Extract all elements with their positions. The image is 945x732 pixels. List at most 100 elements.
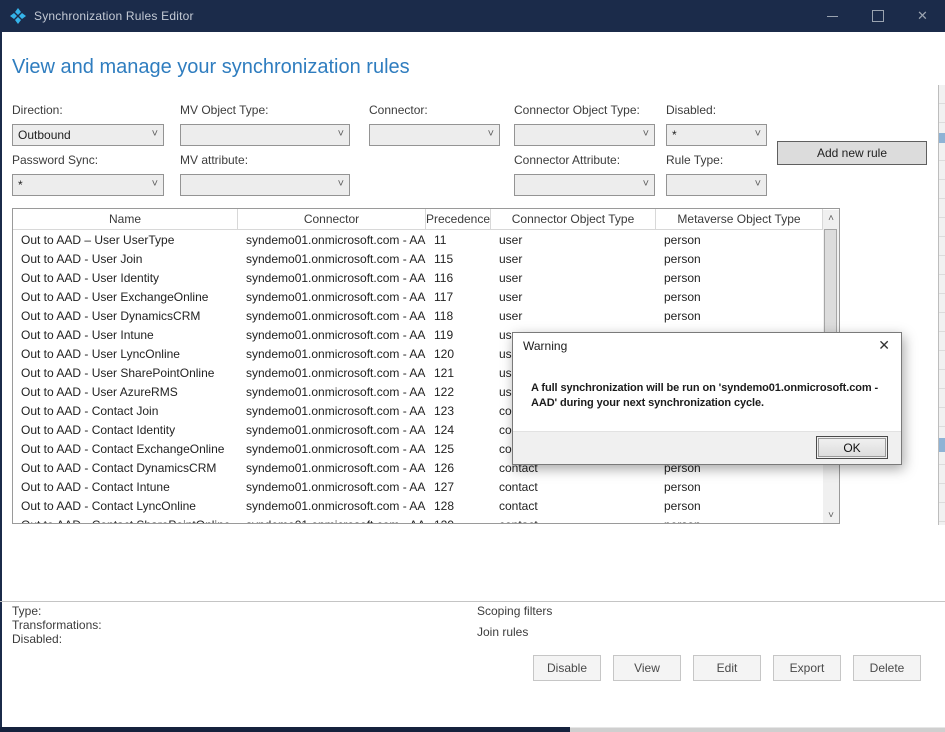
scroll-down-icon[interactable]: ˅ <box>823 507 839 524</box>
table-cell: syndemo01.onmicrosoft.com - AAD <box>238 252 426 266</box>
filter-mv-attribute-select[interactable]: ˅ <box>180 174 350 196</box>
table-cell: 126 <box>426 461 491 475</box>
filter-direction-label: Direction: <box>12 103 164 117</box>
table-cell: contact <box>491 499 656 513</box>
filter-connector-attribute: Connector Attribute: ˅ <box>514 153 655 196</box>
table-cell: Out to AAD - User Join <box>13 252 238 266</box>
table-cell: Out to AAD - User LyncOnline <box>13 347 238 361</box>
detail-type-label: Type: <box>12 604 41 618</box>
table-cell: syndemo01.onmicrosoft.com - AAD <box>238 290 426 304</box>
table-cell: Out to AAD - User DynamicsCRM <box>13 309 238 323</box>
table-row[interactable]: Out to AAD – User UserTypesyndemo01.onmi… <box>13 230 839 249</box>
column-header-precedence[interactable]: Precedence <box>426 209 491 229</box>
table-cell: person <box>656 309 823 323</box>
chevron-down-icon: ˅ <box>338 178 344 190</box>
table-cell: user <box>491 252 656 266</box>
view-button[interactable]: View <box>613 655 681 681</box>
column-header-name[interactable]: Name <box>13 209 238 229</box>
chevron-down-icon: ˅ <box>755 178 761 190</box>
detail-scoping-filters-label: Scoping filters <box>477 604 552 618</box>
chevron-down-icon: ˅ <box>152 178 158 190</box>
sync-rules-editor-window: Synchronization Rules Editor ✕ View and … <box>0 0 945 732</box>
filter-mv-object-type-select[interactable]: ˅ <box>180 124 350 146</box>
table-cell: syndemo01.onmicrosoft.com - AAD <box>238 309 426 323</box>
detail-join-rules-label: Join rules <box>477 625 528 639</box>
edit-button[interactable]: Edit <box>693 655 761 681</box>
table-cell: person <box>656 271 823 285</box>
column-header-connector-object-type[interactable]: Connector Object Type <box>491 209 656 229</box>
dialog-close-icon[interactable]: ✕ <box>878 337 890 353</box>
filter-connector-select[interactable]: ˅ <box>369 124 500 146</box>
table-header: Name Connector Precedence Connector Obje… <box>13 209 839 230</box>
scroll-up-icon[interactable]: ˄ <box>823 210 839 227</box>
ok-button[interactable]: OK <box>818 438 886 457</box>
table-cell: person <box>656 518 823 525</box>
filter-mv-object-type: MV Object Type: ˅ <box>180 103 350 146</box>
filter-connector-object-type: Connector Object Type: ˅ <box>514 103 655 146</box>
table-cell: syndemo01.onmicrosoft.com - AAD <box>238 347 426 361</box>
delete-button[interactable]: Delete <box>853 655 921 681</box>
table-cell: 125 <box>426 442 491 456</box>
table-cell: person <box>656 252 823 266</box>
column-header-metaverse-object-type[interactable]: Metaverse Object Type <box>656 209 823 229</box>
chevron-down-icon: ˅ <box>755 128 761 140</box>
table-cell: Out to AAD - Contact SharePointOnline <box>13 518 238 525</box>
chevron-down-icon: ˅ <box>152 128 158 140</box>
table-cell: syndemo01.onmicrosoft.com - AAD <box>238 328 426 342</box>
table-cell: 129 <box>426 518 491 525</box>
page-title: View and manage your synchronization rul… <box>12 56 410 79</box>
table-cell: user <box>491 309 656 323</box>
chevron-down-icon: ˅ <box>643 128 649 140</box>
table-cell: Out to AAD - User Intune <box>13 328 238 342</box>
table-row[interactable]: Out to AAD - User ExchangeOnlinesyndemo0… <box>13 287 839 306</box>
table-cell: syndemo01.onmicrosoft.com - AAD <box>238 385 426 399</box>
filter-connector-object-type-select[interactable]: ˅ <box>514 124 655 146</box>
scrollbar-thumb[interactable] <box>824 229 837 333</box>
filter-connector: Connector: ˅ <box>369 103 500 146</box>
table-row[interactable]: Out to AAD - Contact LyncOnlinesyndemo01… <box>13 496 839 515</box>
minimize-icon <box>827 16 838 17</box>
filter-connector-attribute-label: Connector Attribute: <box>514 153 655 167</box>
column-header-connector[interactable]: Connector <box>238 209 426 229</box>
maximize-button[interactable] <box>855 0 900 32</box>
table-cell: user <box>491 271 656 285</box>
table-cell: Out to AAD - Contact DynamicsCRM <box>13 461 238 475</box>
table-cell: Out to AAD – User UserType <box>13 233 238 247</box>
table-cell: 124 <box>426 423 491 437</box>
filter-rule-type-select[interactable]: ˅ <box>666 174 767 196</box>
disable-button[interactable]: Disable <box>533 655 601 681</box>
window-left-border <box>0 32 2 727</box>
table-cell: Out to AAD - Contact LyncOnline <box>13 499 238 513</box>
table-cell: Out to AAD - Contact ExchangeOnline <box>13 442 238 456</box>
table-cell: Out to AAD - Contact Join <box>13 404 238 418</box>
table-cell: Out to AAD - Contact Intune <box>13 480 238 494</box>
table-cell: 123 <box>426 404 491 418</box>
table-cell: user <box>491 290 656 304</box>
table-cell: syndemo01.onmicrosoft.com - AAD <box>238 480 426 494</box>
table-cell: 118 <box>426 309 491 323</box>
table-row[interactable]: Out to AAD - User DynamicsCRMsyndemo01.o… <box>13 306 839 325</box>
table-cell: syndemo01.onmicrosoft.com - AAD <box>238 233 426 247</box>
table-cell: person <box>656 233 823 247</box>
table-row[interactable]: Out to AAD - Contact Intunesyndemo01.onm… <box>13 477 839 496</box>
filter-mv-attribute-label: MV attribute: <box>180 153 350 167</box>
close-button[interactable]: ✕ <box>900 0 945 32</box>
table-row[interactable]: Out to AAD - User Identitysyndemo01.onmi… <box>13 268 839 287</box>
filter-connector-attribute-select[interactable]: ˅ <box>514 174 655 196</box>
minimize-button[interactable] <box>810 0 855 32</box>
dialog-message: A full synchronization will be run on 's… <box>531 381 887 411</box>
table-cell: Out to AAD - Contact Identity <box>13 423 238 437</box>
filter-rule-type: Rule Type: ˅ <box>666 153 767 196</box>
table-cell: 119 <box>426 328 491 342</box>
add-new-rule-button[interactable]: Add new rule <box>777 141 927 165</box>
filter-password-sync-label: Password Sync: <box>12 153 164 167</box>
filter-direction-select[interactable]: Outbound˅ <box>12 124 164 146</box>
table-row[interactable]: Out to AAD - Contact SharePointOnlinesyn… <box>13 515 839 524</box>
export-button[interactable]: Export <box>773 655 841 681</box>
table-row[interactable]: Out to AAD - User Joinsyndemo01.onmicros… <box>13 249 839 268</box>
filter-disabled-select[interactable]: *˅ <box>666 124 767 146</box>
taskbar-edge <box>570 727 945 732</box>
filter-password-sync-select[interactable]: *˅ <box>12 174 164 196</box>
table-cell: syndemo01.onmicrosoft.com - AAD <box>238 499 426 513</box>
titlebar: Synchronization Rules Editor ✕ <box>0 0 945 32</box>
